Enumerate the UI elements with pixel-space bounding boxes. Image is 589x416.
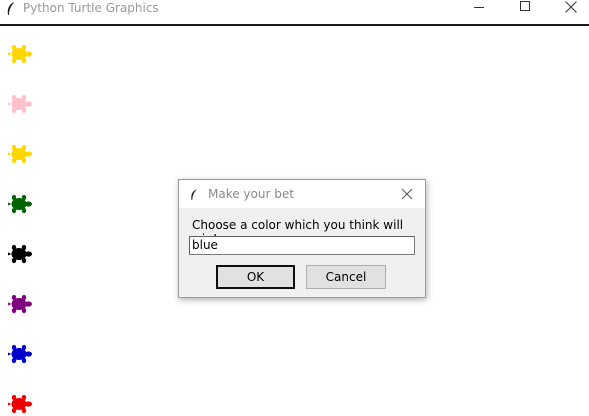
turtle-icon [8,244,32,264]
bet-dialog: Make your bet Choose a color which you t… [178,179,426,298]
window-title: Python Turtle Graphics [23,1,159,15]
turtle-icon [8,194,32,214]
dialog-title: Make your bet [208,187,294,201]
feather-icon [5,1,17,17]
close-icon [401,188,413,200]
close-button[interactable] [548,0,589,17]
turtle-icon [8,294,32,314]
turtle-icon [8,44,32,64]
turtle-icon [8,344,32,364]
minimize-button[interactable] [456,0,502,17]
cancel-button[interactable]: Cancel [306,265,386,289]
turtle-icon [8,144,32,164]
bet-input[interactable] [189,236,415,255]
close-icon [565,1,577,13]
maximize-icon [520,1,530,11]
window-titlebar: Python Turtle Graphics [0,0,589,26]
turtle-icon [8,394,32,414]
turtle-icon [8,94,32,114]
dialog-close-button[interactable] [399,186,415,202]
dialog-titlebar: Make your bet [179,180,425,208]
feather-icon [189,187,199,201]
maximize-button[interactable] [502,0,548,17]
ok-button[interactable]: OK [216,265,295,289]
minimize-icon [474,7,484,8]
